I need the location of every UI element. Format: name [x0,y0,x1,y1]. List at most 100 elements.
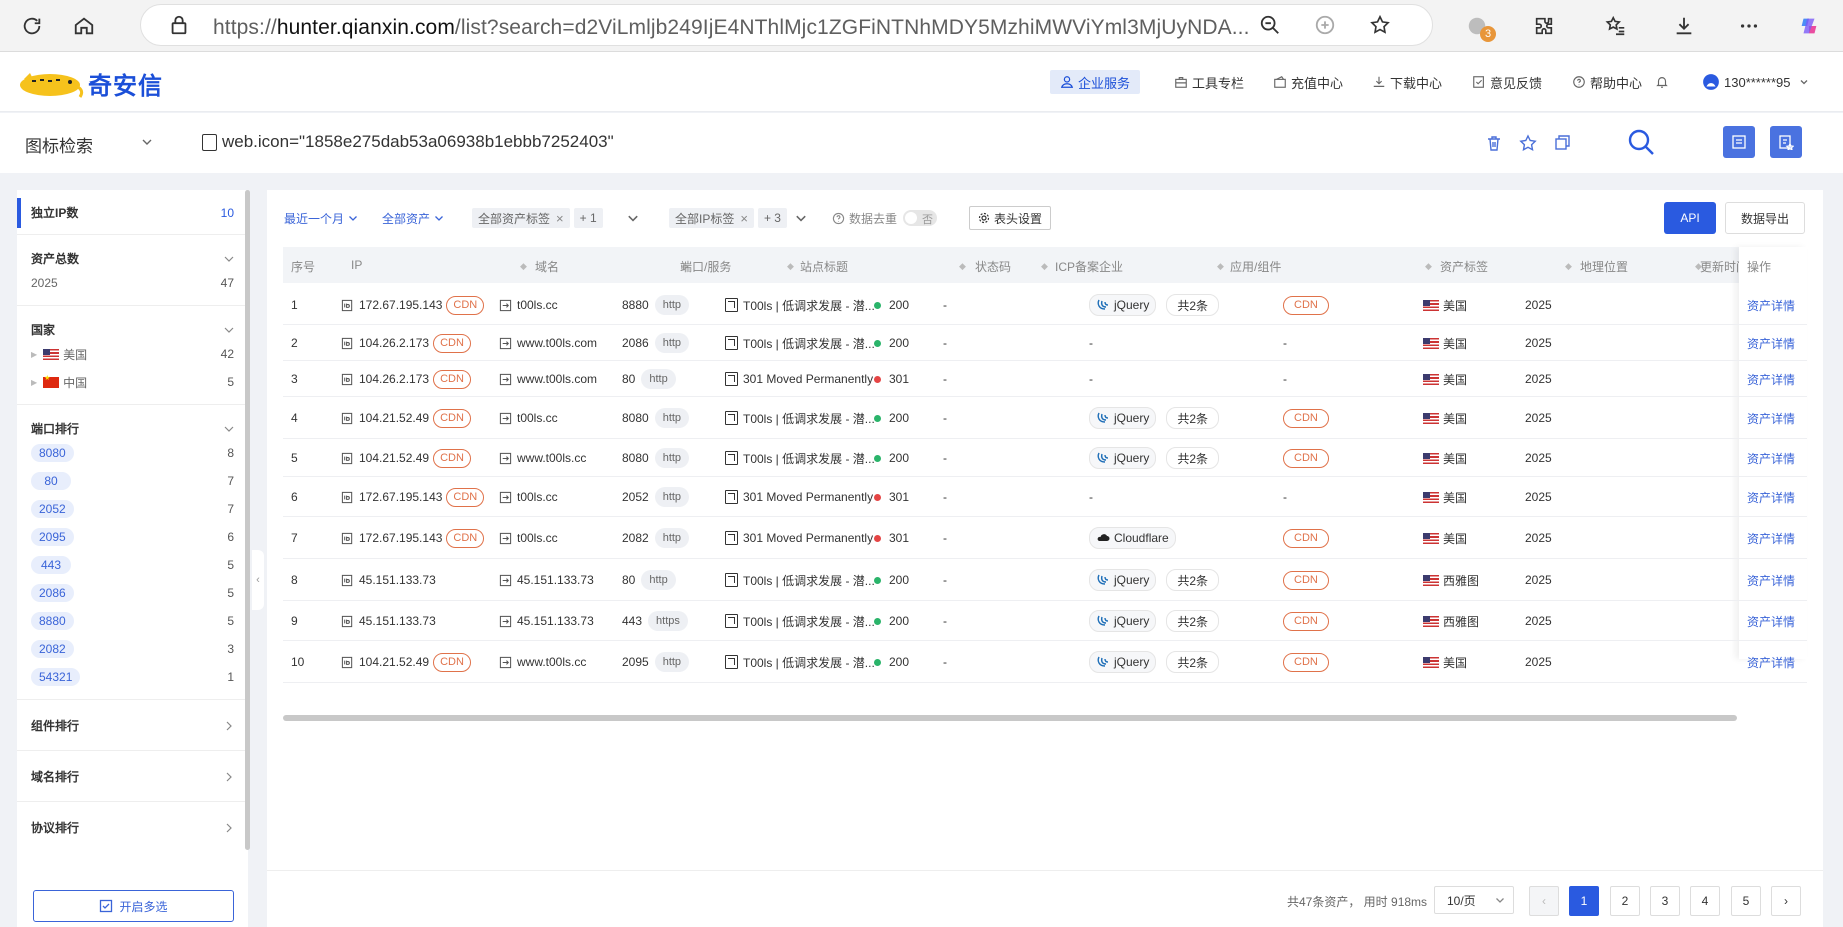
multi-select-button[interactable]: 开启多选 [33,890,234,922]
asset-tag-chip[interactable]: 全部资产标签 × [472,208,570,228]
domain-cell[interactable]: t00ls.cc [499,397,558,439]
sort-icon[interactable]: ◆ [1563,258,1572,272]
asset-detail-link[interactable]: 资产详情 [1747,641,1795,683]
table-row[interactable]: 4 104.21.52.49 CDN t00ls.cc 8080 http T00ls | … [283,397,1807,439]
assets-total-section[interactable]: 资产总数 2025 47 [17,235,248,297]
table-row[interactable]: 3 104.26.2.173 CDN www.t00ls.com 80 http 301 M… [283,361,1807,397]
asset-detail-link[interactable]: 资产详情 [1747,559,1795,601]
favorites-list-icon[interactable] [1602,12,1630,40]
column-settings-button[interactable]: 表头设置 [969,206,1052,230]
saved-query-button[interactable] [1770,126,1802,158]
more-components-badge[interactable]: 共2条 [1166,569,1220,591]
th-port[interactable]: 端口/服务 [680,258,731,275]
port-cell[interactable]: 80 http [622,361,676,397]
more-menu-icon[interactable] [1735,12,1763,40]
title-cell[interactable]: T00ls | 低调求发展 - 潜... [725,601,875,641]
table-row[interactable]: 5 104.21.52.49 CDN www.t00ls.cc 8080 http T00l… [283,439,1807,477]
nav-download[interactable]: 下载中心 [1372,70,1442,94]
port-cell[interactable]: 8080 http [622,397,690,439]
nav-feedback[interactable]: 意见反馈 [1472,70,1542,94]
domain-cell[interactable]: www.t00ls.com [499,361,597,397]
title-cell[interactable]: T00ls | 低调求发展 - 潜... [725,285,875,325]
ip-cell[interactable]: 45.151.133.73 [341,601,436,641]
ip-cell[interactable]: 104.26.2.173 CDN [341,325,471,361]
port-cell[interactable]: 2095 http [622,641,690,683]
search-icon[interactable] [1626,127,1656,157]
domain-cell[interactable]: www.t00ls.com [499,325,597,361]
th-icp[interactable]: ICP备案企业 [1055,258,1123,275]
domain-cell[interactable]: 45.151.133.73 [499,601,594,641]
ip-tag-chip[interactable]: 全部IP标签 × [669,208,754,228]
chevron-right-icon[interactable] [224,721,234,731]
title-cell[interactable]: T00ls | 低调求发展 - 潜... [725,641,875,683]
port-cell[interactable]: 2052 http [622,477,690,517]
asset-tag-more[interactable]: + 1 [573,208,603,228]
ip-cell[interactable]: 172.67.195.143 CDN [341,517,485,559]
ip-cell[interactable]: 104.21.52.49 CDN [341,397,471,439]
qianxin-logo[interactable]: 奇安信 [16,66,163,101]
title-cell[interactable]: 301 Moved Permanently [725,477,873,517]
country-item-us[interactable]: ▶ 美国 42 [31,340,234,368]
port-item[interactable]: 443 5 [31,551,234,579]
port-item[interactable]: 2052 7 [31,495,234,523]
notification-bell[interactable] [1655,70,1673,94]
page-1-button[interactable]: 1 [1569,886,1599,916]
th-domain[interactable]: 域名 [535,258,559,275]
component-badge[interactable]: jQuery [1089,447,1157,469]
port-cell[interactable]: 8880 http [622,285,690,325]
component-badge[interactable]: jQuery [1089,651,1157,673]
downloads-icon[interactable] [1670,12,1698,40]
component-badge[interactable]: jQuery [1089,407,1157,429]
ip-cell[interactable]: 172.67.195.143 CDN [341,477,485,517]
table-row[interactable]: 7 172.67.195.143 CDN t00ls.cc 2082 http 301 Mo… [283,517,1807,559]
component-badge[interactable]: Cloudflare [1089,527,1176,549]
th-ip[interactable]: IP [351,258,362,272]
assets-year-row[interactable]: 2025 47 [31,269,234,297]
ip-tag-filter[interactable]: 全部IP标签 × + 3 [669,207,807,229]
page-4-button[interactable]: 4 [1690,886,1720,916]
chevron-down-icon[interactable] [627,212,639,224]
port-cell[interactable]: 8080 http [622,439,690,477]
close-icon[interactable]: × [556,211,564,226]
home-icon[interactable] [70,12,98,40]
asset-detail-link[interactable]: 资产详情 [1747,361,1795,397]
star-icon[interactable] [1518,133,1538,153]
component-badge[interactable]: jQuery [1089,294,1157,316]
dedupe-switch[interactable]: 否 [903,210,938,226]
sidebar-scrollbar[interactable] [245,190,250,850]
export-button[interactable]: 数据导出 [1725,202,1805,234]
chevron-right-icon[interactable] [224,772,234,782]
asset-detail-link[interactable]: 资产详情 [1747,477,1795,517]
port-item[interactable]: 2082 3 [31,635,234,663]
api-button[interactable]: API [1664,202,1716,234]
sort-icon[interactable]: ◆ [1423,258,1432,272]
th-geo[interactable]: 地理位置 [1580,258,1628,275]
copilot-icon[interactable] [1795,12,1823,40]
country-item-cn[interactable]: ▶中国 5 [31,368,234,396]
page-5-button[interactable]: 5 [1731,886,1761,916]
sort-icon[interactable]: ◆ [1215,258,1224,272]
table-row[interactable]: 6 172.67.195.143 CDN t00ls.cc 2052 http 301 Mo… [283,477,1807,517]
port-cell[interactable]: 2082 http [622,517,690,559]
ip-cell[interactable]: 104.21.52.49 CDN [341,641,471,683]
zoom-out-icon[interactable] [1256,11,1284,39]
th-status[interactable]: 状态码 [975,258,1011,275]
port-cell[interactable]: 443 https [622,601,688,641]
protocol-rank-section[interactable]: 协议排行 [17,802,248,852]
reload-icon[interactable] [18,12,46,40]
asset-scope-filter[interactable]: 全部资产 [382,207,444,229]
chevron-down-icon[interactable] [224,254,234,264]
th-asset-tag[interactable]: 资产标签 [1440,258,1488,275]
table-row[interactable]: 1 172.67.195.143 CDN t00ls.cc 8880 http T00ls … [283,285,1807,325]
domain-cell[interactable]: www.t00ls.cc [499,439,586,477]
ip-tag-more[interactable]: + 3 [757,208,787,228]
port-cell[interactable]: 80 http [622,559,676,601]
port-rank-section[interactable]: 端口排行 8080 8 80 7 2052 7 2095 6 443 5 2086 5 88… [17,405,248,691]
port-item[interactable]: 8880 5 [31,607,234,635]
asset-detail-link[interactable]: 资产详情 [1747,397,1795,439]
th-title[interactable]: 站点标题 [800,258,848,275]
asset-detail-link[interactable]: 资产详情 [1747,285,1795,325]
table-row[interactable]: 8 45.151.133.73 45.151.133.73 80 http T00ls |… [283,559,1807,601]
title-cell[interactable]: T00ls | 低调求发展 - 潜... [725,325,875,361]
page-size-select[interactable]: 10/页 [1434,886,1514,914]
